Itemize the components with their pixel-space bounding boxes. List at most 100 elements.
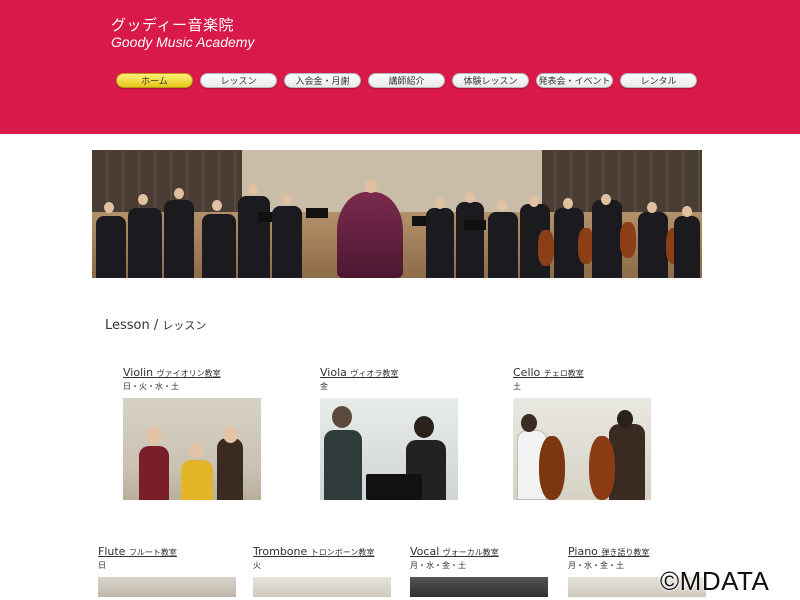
student-head (617, 410, 633, 428)
lesson-name-jp: フルート教室 (128, 548, 177, 557)
lesson-card-cello: Cello チェロ教室 土 (513, 366, 651, 500)
lesson-days: 火 (253, 561, 261, 570)
lesson-link-cello[interactable]: Cello チェロ教室 (513, 366, 651, 379)
lesson-name-jp: ヴィオラ教室 (350, 369, 399, 378)
musician-figure (164, 200, 194, 278)
lesson-card-flute: Flute フルート教室 日 (98, 545, 236, 597)
lesson-days: 日・火・水・土 (123, 382, 179, 391)
section-title-english: Lesson / (105, 318, 159, 333)
teacher-head (521, 414, 537, 432)
musician-head (529, 196, 539, 207)
lesson-link-viola[interactable]: Viola ヴィオラ教室 (320, 366, 458, 379)
main-navigation: ホーム レッスン 入会金・月謝 講師紹介 体験レッスン 発表会・イベント レンタ… (116, 73, 697, 88)
musician-head (497, 200, 507, 211)
lesson-name-en: Viola (320, 366, 347, 379)
lesson-link-trombone[interactable]: Trombone トロンボーン教室 (253, 545, 391, 558)
section-title-japanese: レッスン (162, 319, 207, 332)
cello-instrument (589, 436, 615, 500)
musician-head (248, 184, 258, 195)
lesson-link-vocal[interactable]: Vocal ヴォーカル教室 (410, 545, 548, 558)
lesson-photo-vocal[interactable] (410, 577, 548, 597)
lesson-name-jp: ヴォーカル教室 (442, 548, 499, 557)
musician-figure (592, 200, 622, 278)
musician-figure (128, 208, 162, 278)
musician-figure (426, 208, 454, 278)
teacher-figure (139, 446, 169, 500)
teacher-head (146, 426, 162, 444)
lesson-name-jp: トロンボーン教室 (310, 548, 375, 557)
lesson-name-jp: チェロ教室 (543, 369, 584, 378)
lesson-name-en: Trombone (253, 545, 308, 558)
hero-orchestra-photo (92, 150, 702, 278)
lesson-section-title: Lesson / レッスン (105, 317, 206, 333)
musician-head (647, 202, 657, 213)
teacher-figure (324, 430, 362, 500)
lesson-name-en: Violin (123, 366, 154, 379)
musician-figure (272, 206, 302, 278)
lesson-days: 土 (513, 382, 521, 391)
musician-head (601, 194, 611, 205)
nav-recitals-events[interactable]: 発表会・イベント (536, 73, 613, 88)
musician-head (682, 206, 692, 217)
musician-head (282, 194, 292, 205)
lesson-photo-flute[interactable] (98, 577, 236, 597)
musician-head (435, 198, 445, 209)
musician-figure (674, 216, 700, 278)
teacher-head (223, 426, 238, 443)
music-stand (366, 474, 422, 500)
student-head (414, 416, 434, 438)
musician-head (104, 202, 114, 213)
lesson-photo-trombone[interactable] (253, 577, 391, 597)
lesson-photo-violin[interactable] (123, 398, 261, 500)
music-stand (306, 208, 328, 218)
musician-figure (638, 212, 668, 278)
musician-figure (488, 212, 518, 278)
lesson-link-violin[interactable]: Violin ヴァイオリン教室 (123, 366, 261, 379)
musician-figure (96, 216, 126, 278)
musician-figure (202, 214, 236, 278)
lesson-photo-viola[interactable] (320, 398, 458, 500)
teacher-figure (217, 438, 243, 500)
lesson-name-jp: ヴァイオリン教室 (156, 369, 221, 378)
lesson-days: 金 (320, 382, 328, 391)
lesson-name-en: Cello (513, 366, 541, 379)
music-stand (464, 220, 486, 230)
teacher-head (332, 406, 352, 428)
soloist-head (365, 180, 377, 193)
nav-fees[interactable]: 入会金・月謝 (284, 73, 361, 88)
nav-trial-lesson[interactable]: 体験レッスン (452, 73, 529, 88)
nav-rental[interactable]: レンタル (620, 73, 697, 88)
soloist-figure (337, 192, 403, 278)
musician-head (138, 194, 148, 205)
brand-name-english[interactable]: Goody Music Academy (111, 34, 254, 50)
site-header: グッディー音楽院 Goody Music Academy ホーム レッスン 入会… (0, 0, 800, 134)
watermark-text: ©MDATA (660, 566, 770, 596)
lesson-card-viola: Viola ヴィオラ教室 金 (320, 366, 458, 500)
lesson-name-jp: 弾き語り教室 (601, 548, 650, 557)
lesson-card-vocal: Vocal ヴォーカル教室 月・水・金・土 (410, 545, 548, 597)
lesson-card-trombone: Trombone トロンボーン教室 火 (253, 545, 391, 597)
musician-head (212, 200, 222, 211)
brand-name-japanese[interactable]: グッディー音楽院 (111, 14, 234, 35)
cello-instrument (539, 436, 565, 500)
lesson-link-flute[interactable]: Flute フルート教室 (98, 545, 236, 558)
lesson-name-en: Piano (568, 545, 598, 558)
cello-instrument (538, 230, 554, 266)
musician-figure (456, 202, 484, 278)
musician-figure (238, 196, 270, 278)
lesson-days: 日 (98, 561, 106, 570)
lesson-card-violin: Violin ヴァイオリン教室 日・火・水・土 (123, 366, 261, 500)
lesson-days: 月・水・金・土 (410, 561, 466, 570)
nav-home[interactable]: ホーム (116, 73, 193, 88)
musician-head (563, 198, 573, 209)
lesson-link-piano[interactable]: Piano 弾き語り教室 (568, 545, 706, 558)
lesson-name-en: Vocal (410, 545, 440, 558)
lesson-name-en: Flute (98, 545, 126, 558)
musician-head (174, 188, 184, 199)
nav-teachers[interactable]: 講師紹介 (368, 73, 445, 88)
nav-lesson[interactable]: レッスン (200, 73, 277, 88)
lesson-photo-cello[interactable] (513, 398, 651, 500)
musician-head (465, 192, 475, 203)
student-figure (181, 460, 213, 500)
student-head (189, 442, 204, 458)
